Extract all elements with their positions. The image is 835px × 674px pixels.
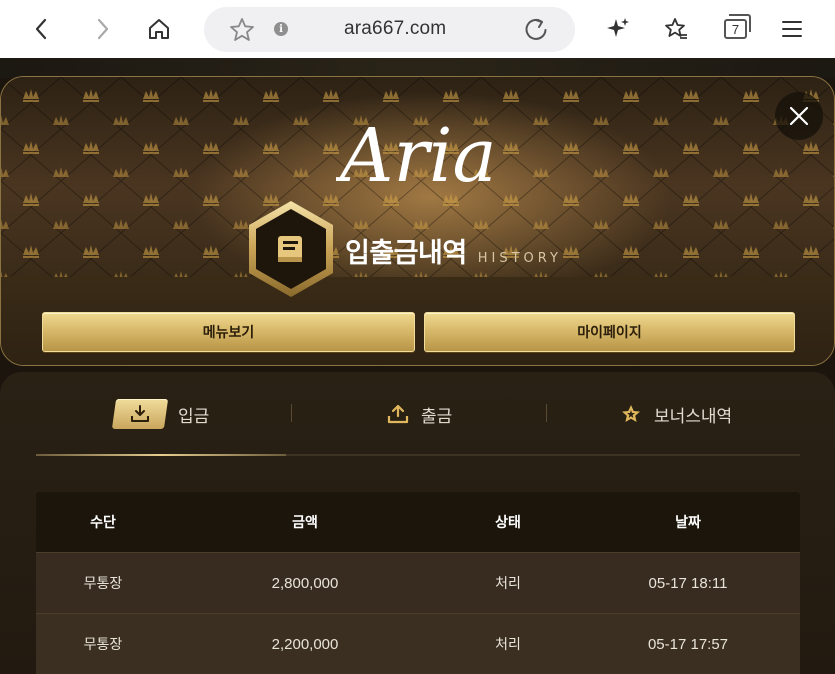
tab-bonus-label: 보너스내역 xyxy=(654,406,733,427)
menu-icon[interactable] xyxy=(774,11,810,47)
active-tab-indicator xyxy=(36,454,286,456)
tab-withdraw[interactable]: 출금 xyxy=(387,392,452,436)
history-modal: Aria 입출금내역 HISTORY 메뉴보기 마이페이지 xyxy=(0,76,835,366)
header-method: 수단 xyxy=(90,515,116,531)
tab-deposit-icon-box xyxy=(111,399,169,429)
sparkle-ai-icon[interactable] xyxy=(600,11,636,47)
aria-logo: Aria xyxy=(336,113,497,193)
cell-amount: 2,200,000 xyxy=(271,635,339,653)
svg-text:Aria: Aria xyxy=(336,113,497,193)
mypage-button[interactable]: 마이페이지 xyxy=(424,312,795,352)
browser-toolbar: i ara667.com 7 xyxy=(0,0,835,58)
tab-divider xyxy=(291,404,292,422)
table-row: 무통장 2,800,000 처리 05-17 18:11 xyxy=(36,552,800,613)
cell-method: 무통장 xyxy=(83,576,123,592)
cell-amount: 2,800,000 xyxy=(271,574,339,592)
title-english: HISTORY xyxy=(477,251,562,266)
reload-icon[interactable] xyxy=(522,16,550,44)
history-book-icon xyxy=(249,201,333,297)
page-background xyxy=(0,58,835,78)
header-status: 상태 xyxy=(495,515,521,531)
close-button[interactable] xyxy=(775,92,823,140)
site-info-icon[interactable]: i xyxy=(274,22,288,36)
address-bar[interactable]: i ara667.com xyxy=(204,7,575,52)
url-text[interactable]: ara667.com xyxy=(344,18,446,40)
tab-divider xyxy=(546,404,547,422)
header-amount: 금액 xyxy=(292,515,318,531)
forward-arrow-icon[interactable] xyxy=(84,11,120,47)
home-icon[interactable] xyxy=(141,11,177,47)
cell-date: 05-17 17:57 xyxy=(647,635,729,653)
tab-deposit-label: 입금 xyxy=(178,406,210,427)
favorites-icon[interactable] xyxy=(658,11,694,47)
header-date: 날짜 xyxy=(675,515,701,531)
tab-withdraw-label: 출금 xyxy=(421,406,453,427)
cell-status: 처리 xyxy=(495,637,521,653)
modal-title: 입출금내역 HISTORY xyxy=(345,231,562,270)
bookmark-star-icon[interactable] xyxy=(228,16,256,44)
upload-icon xyxy=(387,404,409,424)
table-header: 수단 금액 상태 날짜 xyxy=(36,492,800,552)
back-arrow-icon[interactable] xyxy=(24,11,60,47)
tab-bonus[interactable]: 보너스내역 xyxy=(620,392,732,436)
table-row: 무통장 2,200,000 처리 05-17 17:57 xyxy=(36,613,800,674)
history-tabs: 입금 출금 보너스내역 xyxy=(36,392,800,436)
cell-date: 05-17 18:11 xyxy=(648,574,728,592)
download-icon xyxy=(131,405,149,422)
menu-view-button[interactable]: 메뉴보기 xyxy=(42,312,415,352)
tabs-icon[interactable]: 7 xyxy=(724,19,747,39)
tab-deposit[interactable]: 입금 xyxy=(111,392,210,436)
close-icon xyxy=(789,106,809,126)
cell-status: 처리 xyxy=(495,576,521,592)
cell-method: 무통장 xyxy=(83,637,123,653)
star-icon xyxy=(622,405,640,422)
history-table: 수단 금액 상태 날짜 무통장 2,800,000 처리 05-17 18:11… xyxy=(36,492,800,674)
history-panel: 입금 출금 보너스내역 수단 금액 상태 날짜 무통장 2,800,000 처리… xyxy=(0,372,835,674)
title-korean: 입출금내역 xyxy=(345,238,467,269)
